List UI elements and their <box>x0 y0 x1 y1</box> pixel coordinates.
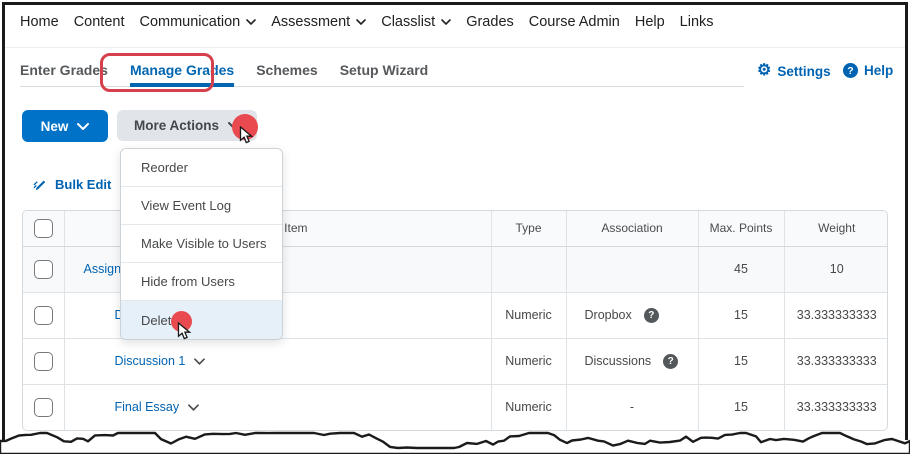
help-icon: ? <box>843 63 858 78</box>
chevron-down-icon <box>356 19 366 25</box>
nav-item-assessment[interactable]: Assessment <box>271 14 366 30</box>
nav-label: Course Admin <box>529 14 620 30</box>
grades-tab-bar: Enter Grades Manage Grades Schemes Setup… <box>20 62 428 87</box>
nav-item-links[interactable]: Links <box>680 14 714 30</box>
nav-label: Content <box>74 14 125 30</box>
chevron-down-icon <box>441 19 451 25</box>
tab-enter-grades[interactable]: Enter Grades <box>20 62 108 87</box>
nav-label: Classlist <box>381 14 435 30</box>
menu-item-hide-from-users[interactable]: Hide from Users <box>121 263 282 301</box>
col-header-type: Type <box>491 211 566 246</box>
col-header-association: Association <box>566 211 698 246</box>
nav-item-help[interactable]: Help <box>635 14 665 30</box>
grade-item-link[interactable]: Discussion 1 <box>115 354 206 368</box>
association-cell: Dropbox? <box>566 292 698 338</box>
settings-label: Settings <box>777 64 830 79</box>
max-points-cell: 15 <box>698 292 784 338</box>
grade-item-name: Final Essay <box>115 400 180 414</box>
nav-item-classlist[interactable]: Classlist <box>381 14 451 30</box>
menu-item-make-visible-to-users[interactable]: Make Visible to Users <box>121 225 282 263</box>
select-all-header <box>23 211 64 246</box>
weight-cell: 33.333333333 <box>784 338 888 384</box>
chevron-down-icon <box>77 123 89 130</box>
tab-schemes[interactable]: Schemes <box>256 62 317 87</box>
nav-item-grades[interactable]: Grades <box>466 14 514 30</box>
nav-item-communication[interactable]: Communication <box>139 14 256 30</box>
weight-cell: 10 <box>784 246 888 292</box>
tab-setup-wizard[interactable]: Setup Wizard <box>340 62 429 87</box>
nav-item-course-admin[interactable]: Course Admin <box>529 14 620 30</box>
chevron-down-icon <box>246 19 256 25</box>
nav-label: Home <box>20 14 59 30</box>
annotation-oval <box>100 53 214 92</box>
select-row-checkbox[interactable] <box>34 306 53 325</box>
nav-label: Communication <box>139 14 240 30</box>
type-cell: Numeric <box>491 338 566 384</box>
select-row-checkbox[interactable] <box>34 260 53 279</box>
association-cell: - <box>566 384 698 430</box>
nav-label: Links <box>680 14 714 30</box>
max-points-cell: 15 <box>698 384 784 430</box>
type-cell: Numeric <box>491 384 566 430</box>
col-header-max-points: Max. Points <box>698 211 784 246</box>
grade-item-link[interactable]: Final Essay <box>115 400 200 414</box>
help-label: Help <box>864 63 893 78</box>
max-points-cell: 45 <box>698 246 784 292</box>
torn-edge <box>0 429 910 454</box>
question-mark-icon[interactable]: ? <box>644 308 659 323</box>
gear-icon: ⚙ <box>757 63 771 79</box>
nav-label: Grades <box>466 14 514 30</box>
cursor-icon <box>239 126 254 145</box>
nav-item-home[interactable]: Home <box>20 14 59 30</box>
type-cell <box>491 246 566 292</box>
menu-item-delete[interactable]: Delete <box>121 301 282 339</box>
association-label: Discussions <box>585 354 652 368</box>
type-cell: Numeric <box>491 292 566 338</box>
weight-cell: 33.333333333 <box>784 292 888 338</box>
grade-item-name: Discussion 1 <box>115 354 186 368</box>
cursor-icon <box>177 322 192 341</box>
new-button[interactable]: New <box>22 110 108 142</box>
bulk-edit-link[interactable]: Bulk Edit <box>33 177 111 192</box>
chevron-down-icon <box>194 358 205 365</box>
table-row: Final Essay Numeric - 15 33.333333333 <box>23 384 888 430</box>
nav-label: Assessment <box>271 14 350 30</box>
question-mark-icon[interactable]: ? <box>663 354 678 369</box>
manage-grades-page: Home Content Communication Assessment Cl… <box>0 0 910 454</box>
nav-item-content[interactable]: Content <box>74 14 125 30</box>
col-header-weight: Weight <box>784 211 888 246</box>
select-all-checkbox[interactable] <box>34 219 53 238</box>
chevron-down-icon <box>188 404 199 411</box>
bulk-edit-label: Bulk Edit <box>55 177 111 192</box>
select-row-checkbox[interactable] <box>34 398 53 417</box>
more-actions-menu: Reorder View Event Log Make Visible to U… <box>120 148 283 340</box>
menu-item-reorder[interactable]: Reorder <box>121 149 282 187</box>
select-row-checkbox[interactable] <box>34 352 53 371</box>
top-navbar: Home Content Communication Assessment Cl… <box>20 14 714 30</box>
association-cell <box>566 246 698 292</box>
nav-label: Help <box>635 14 665 30</box>
settings-button[interactable]: ⚙ Settings <box>757 63 831 79</box>
menu-item-view-event-log[interactable]: View Event Log <box>121 187 282 225</box>
navbar-divider <box>5 47 905 48</box>
pencil-icon <box>33 177 48 192</box>
more-actions-label: More Actions <box>134 118 219 133</box>
association-cell: Discussions? <box>566 338 698 384</box>
help-button[interactable]: ? Help <box>843 63 893 78</box>
new-button-label: New <box>41 119 69 134</box>
association-label: Dropbox <box>585 308 632 322</box>
table-row: Discussion 1 Numeric Discussions? 15 33.… <box>23 338 888 384</box>
weight-cell: 33.333333333 <box>784 384 888 430</box>
max-points-cell: 15 <box>698 338 784 384</box>
